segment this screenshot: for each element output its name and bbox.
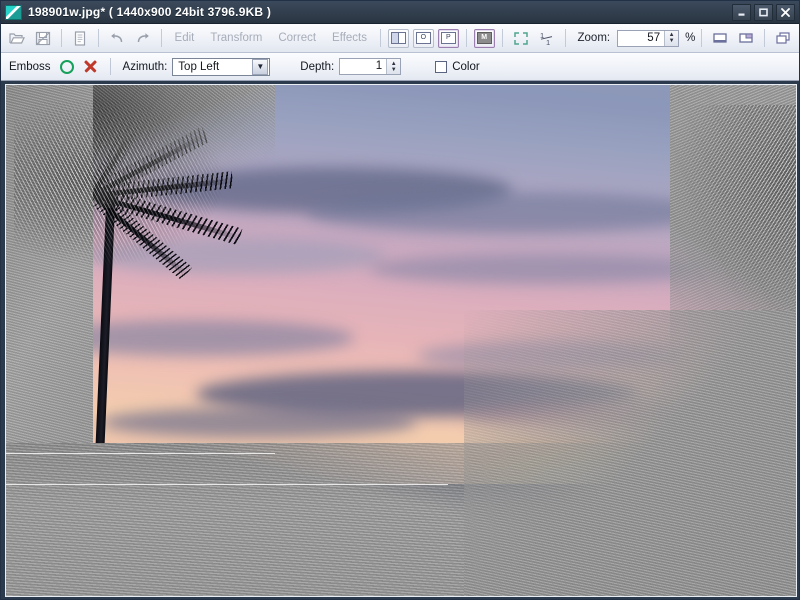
- view-preview-button[interactable]: P: [437, 28, 459, 48]
- menu-effects[interactable]: Effects: [325, 32, 374, 44]
- title-bar: 198901w.jpg* ( 1440x900 24bit 3796.9KB ): [1, 1, 799, 24]
- zoom-input[interactable]: 57: [618, 30, 665, 46]
- arrange-window-icon[interactable]: [734, 26, 758, 50]
- cascade-window-icon[interactable]: [771, 26, 795, 50]
- split-view-icon: [390, 32, 406, 44]
- main-toolbar: Edit Transform Correct Effects O P M 1 1…: [1, 24, 799, 53]
- svg-text:1: 1: [546, 38, 550, 46]
- close-button[interactable]: [776, 3, 795, 21]
- image-preview-canvas[interactable]: [5, 84, 797, 597]
- cancel-x-icon[interactable]: [83, 59, 98, 74]
- mask-view-icon: M: [476, 32, 492, 44]
- save-file-icon[interactable]: [31, 26, 55, 50]
- original-view-icon: O: [415, 32, 431, 44]
- zoom-stepper-arrows[interactable]: ▲ ▼: [664, 30, 679, 46]
- document-icon[interactable]: [68, 26, 92, 50]
- window-title: 198901w.jpg* ( 1440x900 24bit 3796.9KB ): [28, 5, 272, 19]
- redo-icon[interactable]: [131, 26, 155, 50]
- maximize-button[interactable]: [754, 3, 773, 21]
- emboss-region-bottom-right: [464, 309, 796, 596]
- effect-name-label: Emboss: [9, 60, 51, 73]
- toolbar-separator: [501, 29, 503, 47]
- toolbar-separator: [160, 29, 162, 47]
- photo-sunset: [6, 85, 796, 596]
- preview-view-icon: P: [440, 32, 456, 44]
- depth-stepper[interactable]: 1 ▲ ▼: [339, 58, 402, 75]
- color-checkbox[interactable]: [435, 60, 448, 73]
- zoom-stepper[interactable]: 57 ▲ ▼: [617, 29, 680, 47]
- depth-input[interactable]: 1: [340, 59, 387, 74]
- tile-window-icon[interactable]: [708, 26, 732, 50]
- azimuth-select[interactable]: Top Left ▼: [172, 57, 271, 76]
- chevron-down-icon[interactable]: ▼: [252, 58, 269, 75]
- view-split-button[interactable]: [388, 28, 409, 48]
- effectbar-separator: [109, 58, 111, 75]
- open-file-icon[interactable]: [5, 26, 29, 50]
- fit-to-window-icon[interactable]: [509, 26, 533, 50]
- toolbar-separator: [380, 29, 381, 47]
- toolbar-separator: [465, 29, 467, 47]
- zoom-down-arrow[interactable]: ▼: [669, 38, 675, 44]
- undo-icon[interactable]: [105, 26, 129, 50]
- color-label: Color: [452, 60, 480, 73]
- window-controls: [732, 3, 797, 21]
- image-thumb-icon: [5, 4, 22, 20]
- zoom-label: Zoom:: [577, 32, 611, 44]
- toolbar-separator: [60, 29, 62, 47]
- depth-down-arrow[interactable]: ▼: [391, 67, 397, 73]
- zoom-unit-label: %: [685, 32, 696, 44]
- depth-stepper-arrows[interactable]: ▲ ▼: [386, 59, 401, 74]
- menu-edit[interactable]: Edit: [168, 32, 202, 44]
- azimuth-label: Azimuth:: [122, 60, 168, 73]
- emboss-edge-highlight: [6, 483, 449, 485]
- depth-label: Depth:: [300, 60, 335, 73]
- emboss-frond-relief-left: [13, 100, 236, 275]
- minimize-button[interactable]: [732, 3, 751, 21]
- toolbar-separator: [564, 29, 566, 47]
- toolbar-separator: [701, 29, 703, 47]
- emboss-edge-highlight: [6, 452, 275, 454]
- toolbar-separator: [764, 29, 766, 47]
- apply-circle-icon[interactable]: [59, 59, 74, 74]
- image-editor-window: 198901w.jpg* ( 1440x900 24bit 3796.9KB ): [0, 0, 800, 600]
- actual-size-icon[interactable]: 1 1: [535, 26, 559, 50]
- azimuth-value: Top Left: [178, 60, 220, 73]
- canvas-area: [1, 81, 799, 599]
- menu-transform[interactable]: Transform: [203, 32, 269, 44]
- view-original-button[interactable]: O: [412, 28, 434, 48]
- emboss-frond-relief-right: [653, 105, 796, 341]
- toolbar-separator: [97, 29, 99, 47]
- menu-correct[interactable]: Correct: [271, 32, 323, 44]
- effect-options-bar: Emboss Azimuth: Top Left ▼ Depth: 1 ▲ ▼ …: [1, 53, 799, 81]
- view-mask-button[interactable]: M: [473, 28, 495, 48]
